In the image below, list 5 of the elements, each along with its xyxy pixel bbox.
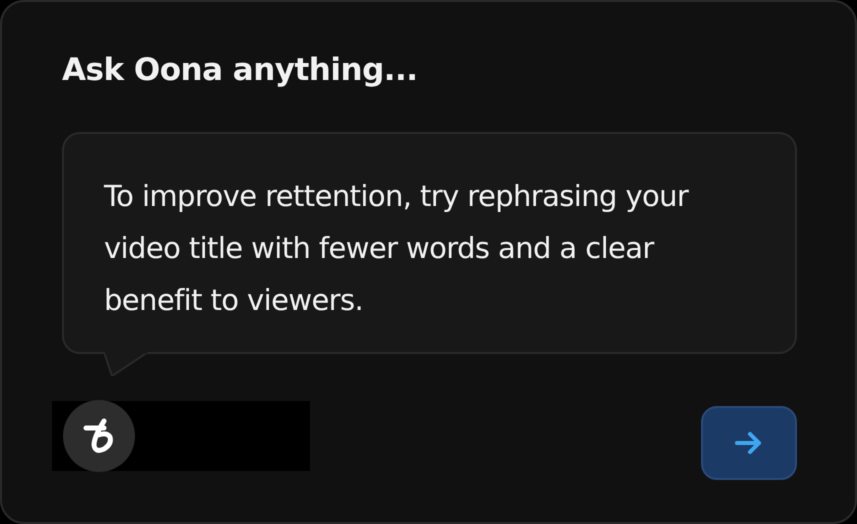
message-text: To improve rettention, try rephrasing your video title with fewer words and a clear benefit to viewers. (104, 178, 690, 319)
arrow-right-icon (734, 430, 764, 456)
prompt-title: Ask Oona anything... (62, 52, 419, 90)
avatar-icon (62, 399, 136, 473)
send-button[interactable] (701, 406, 797, 480)
